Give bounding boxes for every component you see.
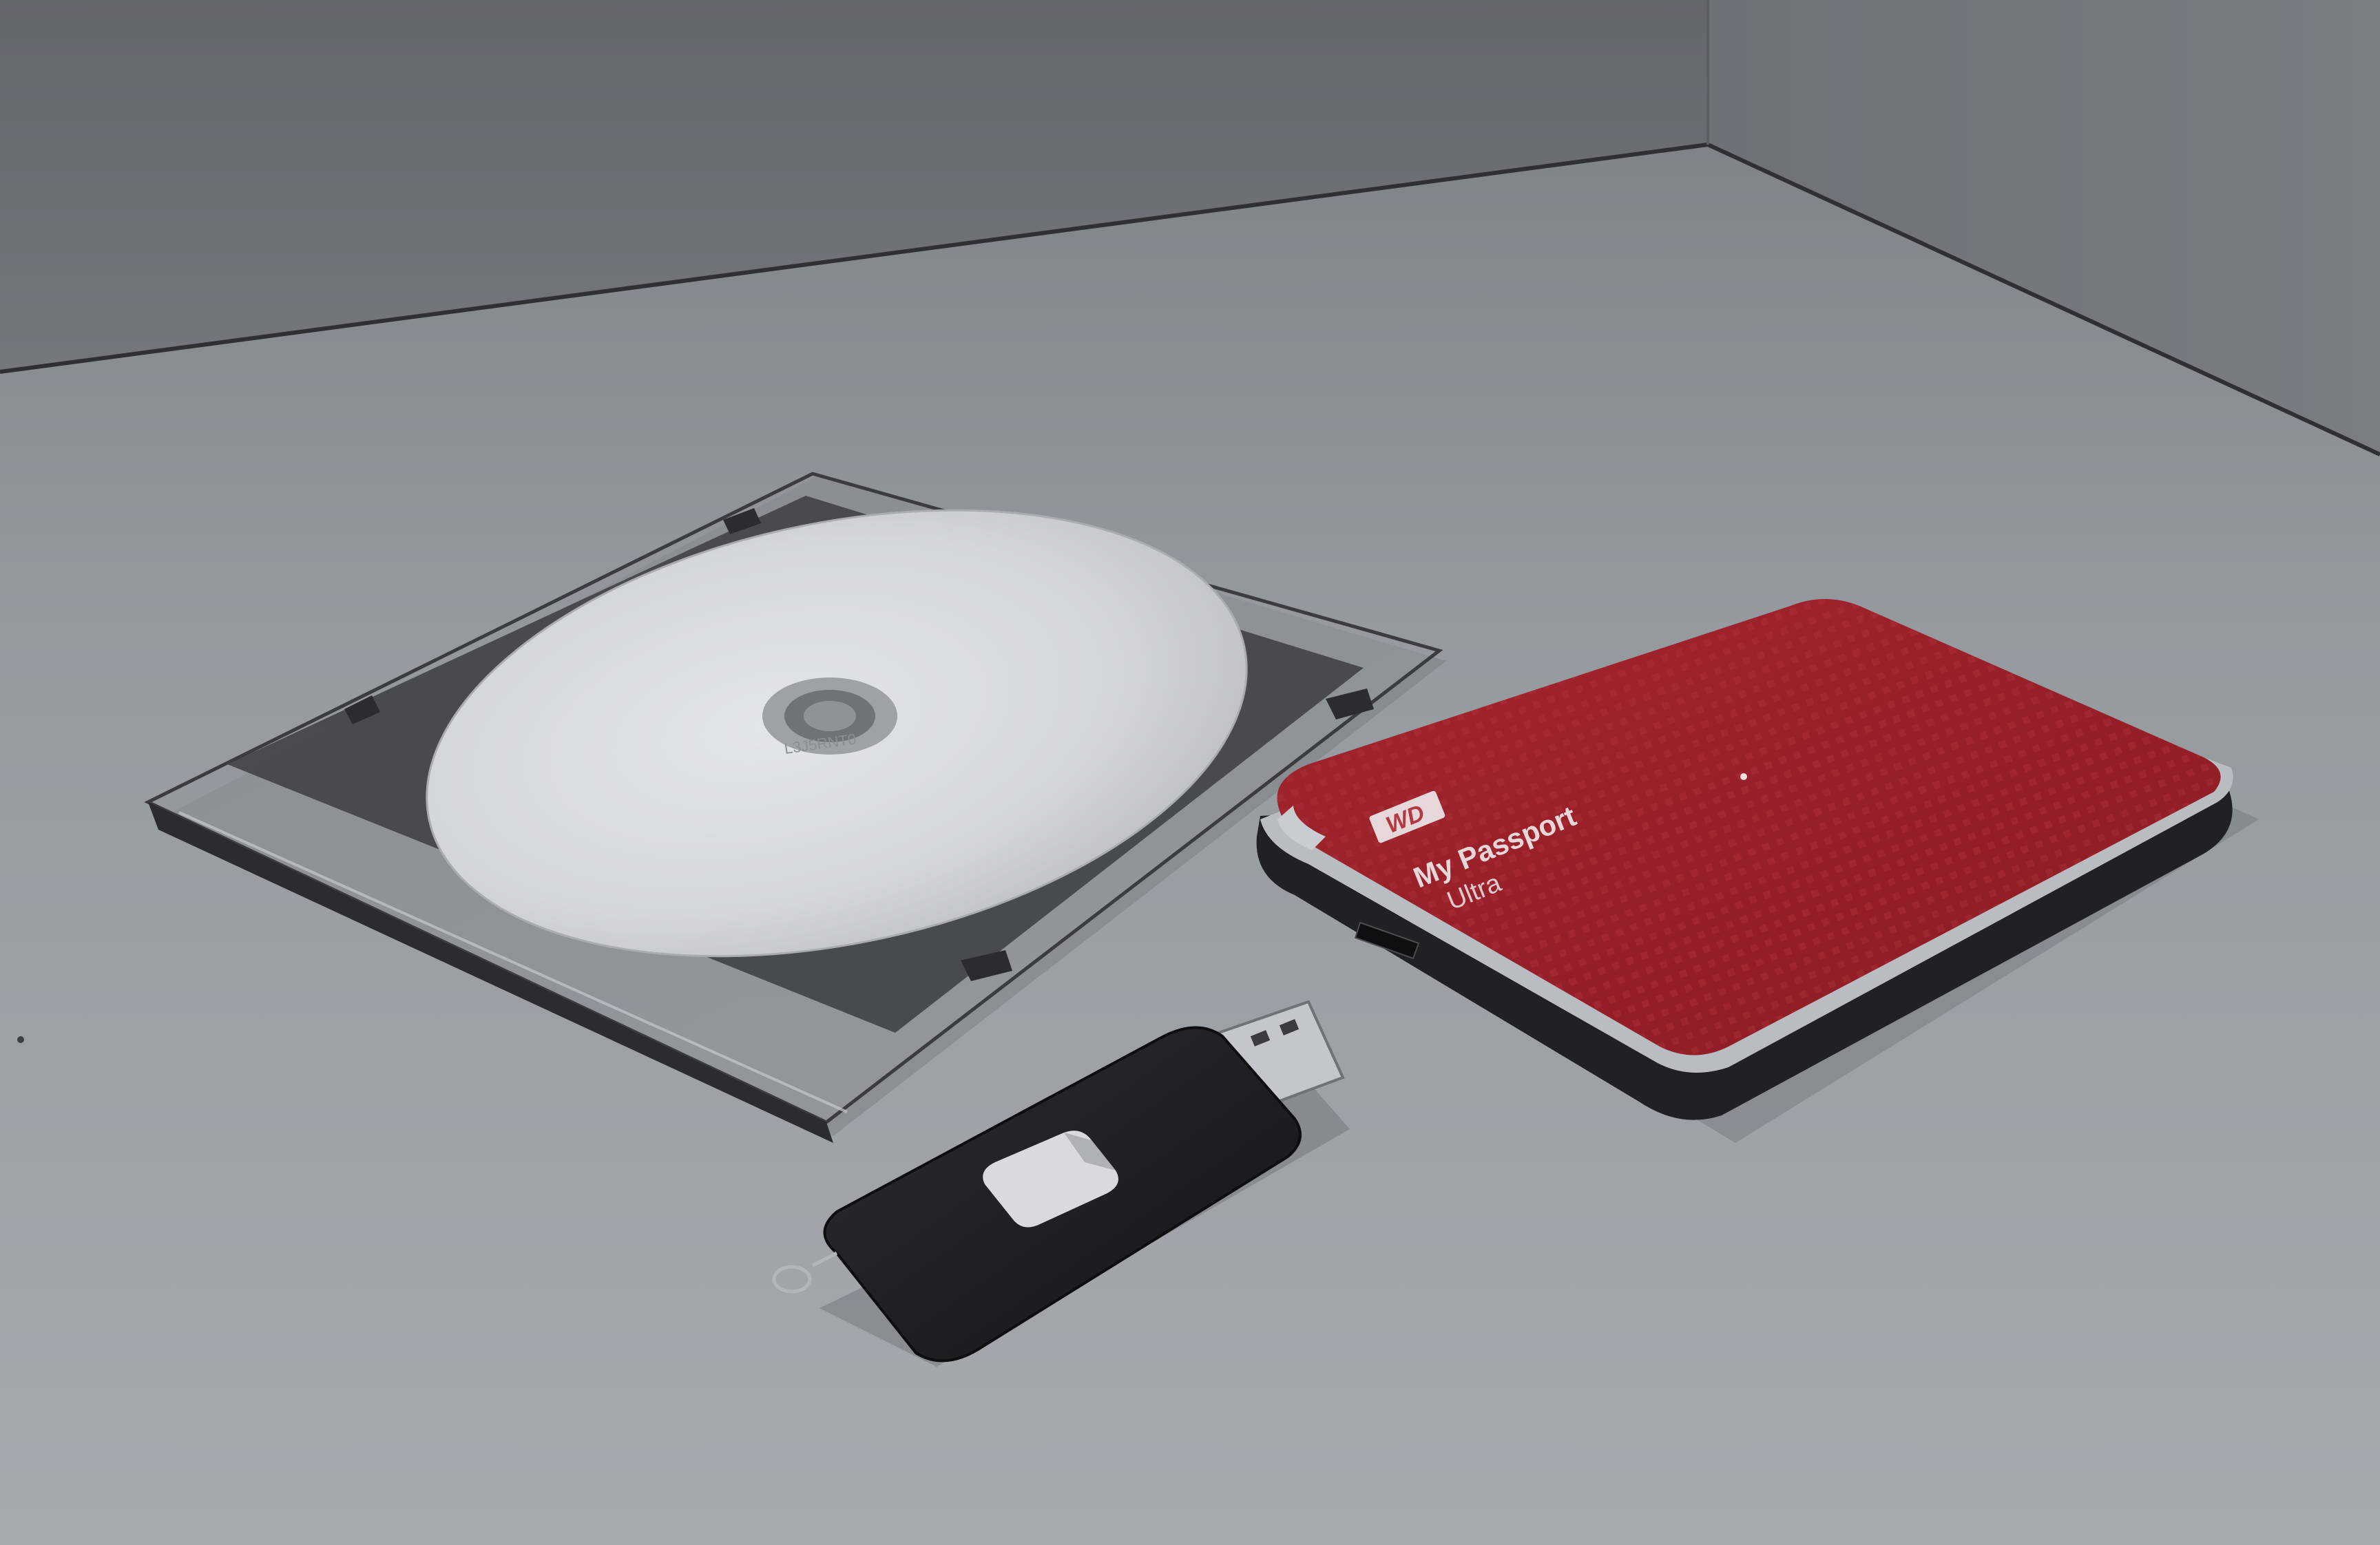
scene-svg: L3J5RNT0 WD My Passport Ultra [0,0,2380,1545]
cd-disc-hole [804,701,856,731]
floor-speck [17,1036,24,1043]
photo-scene: L3J5RNT0 WD My Passport Ultra [0,0,2380,1545]
external-drive-led [1740,773,1747,780]
